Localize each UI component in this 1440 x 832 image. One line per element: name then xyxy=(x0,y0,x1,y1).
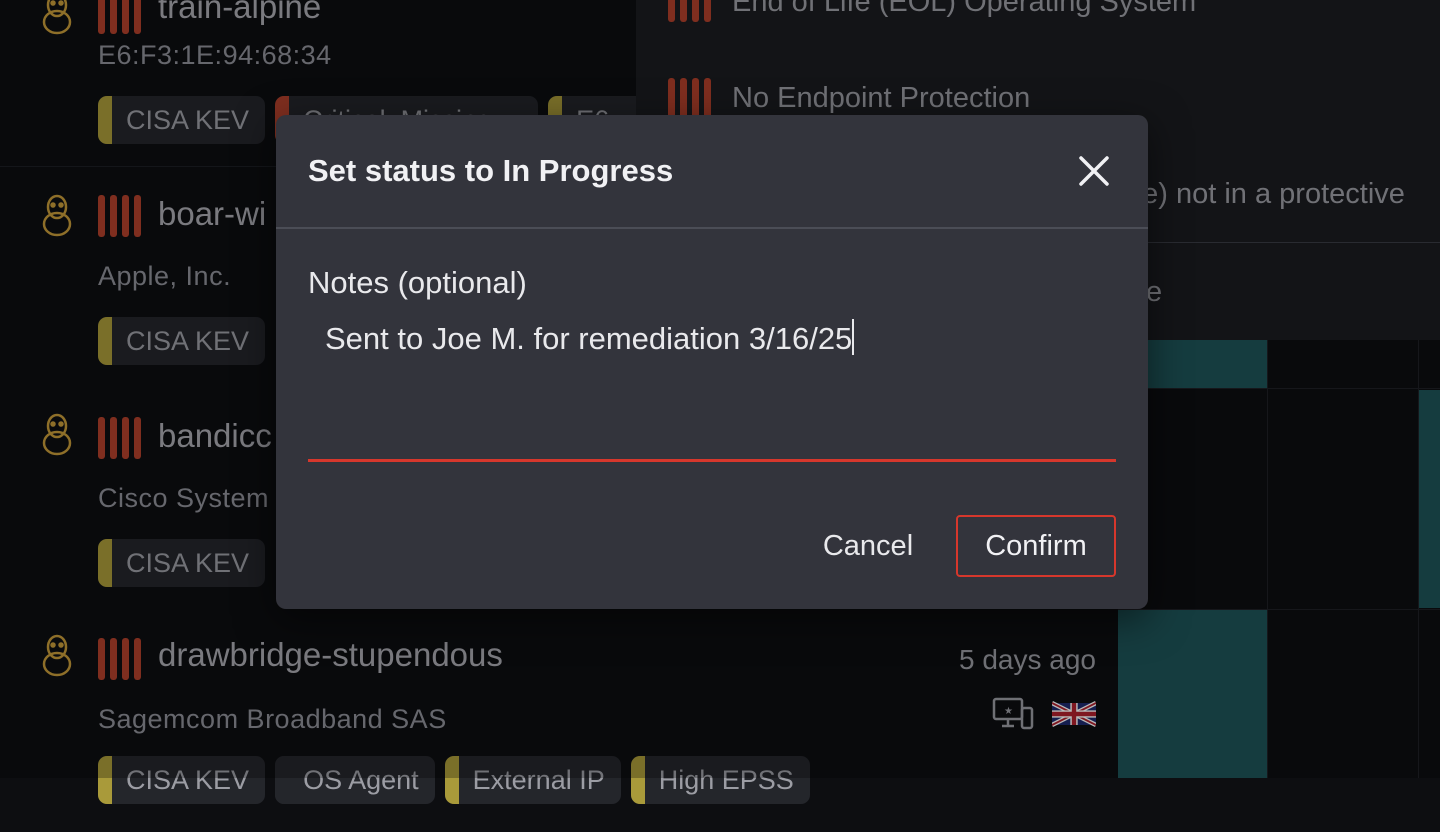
notes-textarea[interactable]: Sent to Joe M. for remediation 3/16/25 xyxy=(308,311,1116,462)
cancel-button[interactable]: Cancel xyxy=(808,515,928,577)
dialog-title: Set status to In Progress xyxy=(308,153,674,188)
confirm-button[interactable]: Confirm xyxy=(956,515,1116,577)
text-caret xyxy=(852,319,855,355)
status-dialog: Set status to In Progress Notes (optiona… xyxy=(276,115,1148,609)
notes-label: Notes (optional) xyxy=(308,265,527,300)
notes-text: Sent to Joe M. for remediation 3/16/25 xyxy=(325,321,853,356)
dialog-divider xyxy=(276,227,1148,229)
close-icon[interactable] xyxy=(1076,153,1112,189)
